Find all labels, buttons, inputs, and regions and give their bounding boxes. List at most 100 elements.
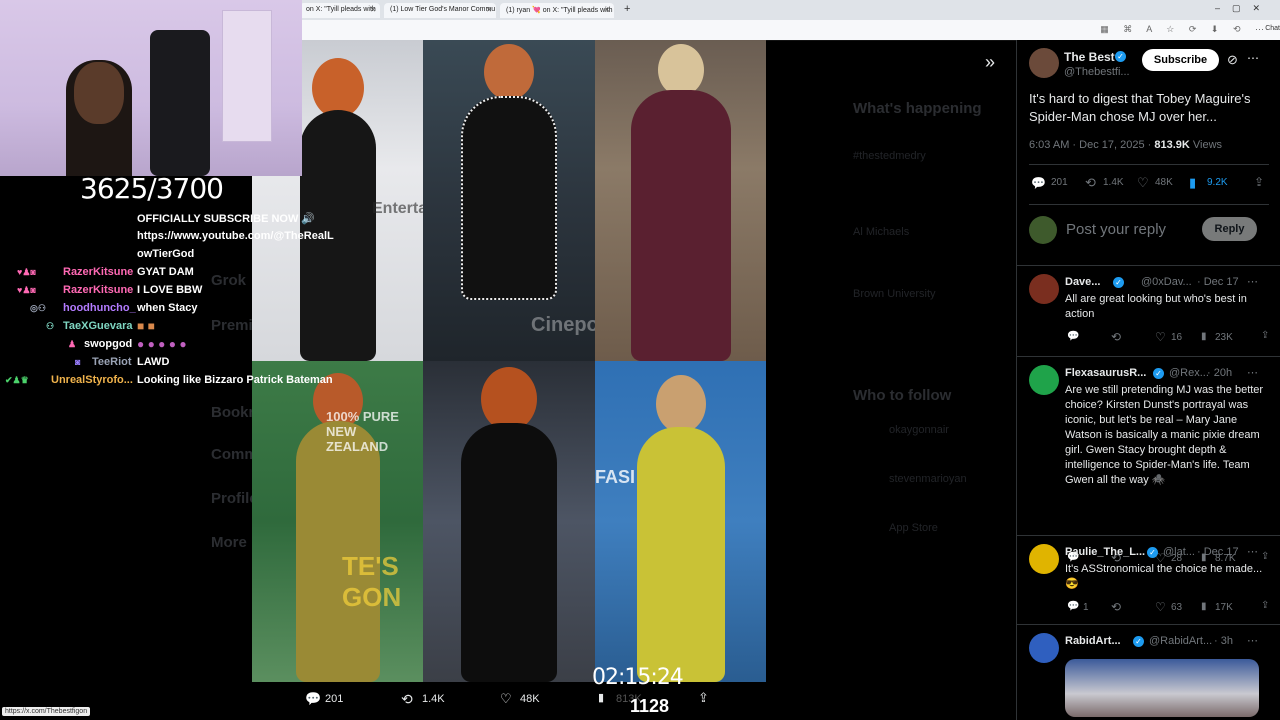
browser-tab-label: (1) Low Tier God's Manor Commu	[390, 6, 496, 13]
chat-message-text: https://www.youtube.com/@TheRealL	[137, 230, 334, 242]
more-options-icon[interactable]: ⋯	[1247, 275, 1258, 288]
heart-icon[interactable]: ♡	[1155, 330, 1166, 344]
more-options-icon[interactable]: ⋯	[1247, 51, 1259, 65]
reply-author-name[interactable]: Paulie_The_L...	[1065, 546, 1145, 558]
chat-username[interactable]: swopgod	[84, 338, 132, 350]
window-controls[interactable]: –▢✕	[1215, 3, 1272, 14]
avatar	[1029, 216, 1057, 244]
reply-handle[interactable]: @0xDav...	[1141, 276, 1192, 288]
post-detail-panel: The Best ✓ @Thebestfi... Subscribe ⊘ ⋯ I…	[1016, 40, 1280, 720]
nav-profile[interactable]: Profile	[211, 490, 258, 507]
avatar[interactable]	[1029, 365, 1059, 395]
stream-chat: OFFICIALLY SUBSCRIBE NOW 🔊 https://www.y…	[0, 210, 340, 390]
chat-username[interactable]: TaeXGuevara	[63, 320, 133, 332]
reply-media[interactable]	[1065, 659, 1259, 717]
reply-author-name[interactable]: Dave...	[1065, 276, 1100, 288]
repost-icon[interactable]: ⟲	[1085, 175, 1096, 191]
post-meta: 6:03 AM · Dec 17, 2025 · 813.9K Views	[1029, 139, 1222, 151]
reply-handle[interactable]: @lat...	[1163, 546, 1195, 558]
reply-icon[interactable]: 💬	[1067, 601, 1079, 612]
browser-tab[interactable]: (1) Low Tier God's Manor Commu ✕	[384, 3, 496, 18]
reply-time[interactable]: · Dec 17	[1197, 276, 1239, 288]
views-icon[interactable]: ▮	[1201, 331, 1207, 342]
reply-handle[interactable]: @RabidArt...	[1149, 635, 1212, 647]
chat-username[interactable]: RazerKitsune	[63, 266, 133, 278]
chat-username[interactable]: TeeRiot	[92, 356, 132, 368]
gallery-photo[interactable]: 100% PURE NEW ZEALAND TE'S GON	[252, 361, 423, 682]
post-timestamp[interactable]: 6:03 AM · Dec 17, 2025 ·	[1029, 139, 1154, 151]
chat-message-text: LAWD	[137, 356, 170, 368]
reply-time[interactable]: · 20h	[1207, 367, 1232, 379]
post-like-count: 48K	[1155, 177, 1173, 188]
reply-item[interactable]: Paulie_The_L... ✓ @lat... · Dec 17 ⋯ It'…	[1017, 536, 1280, 622]
reply-time[interactable]: · 3h	[1214, 635, 1233, 647]
more-options-icon[interactable]: ⋯	[1247, 366, 1258, 379]
close-icon[interactable]: ✕	[486, 6, 492, 14]
share-icon[interactable]: ⇪	[1261, 330, 1269, 341]
heart-icon[interactable]: ♡	[1155, 600, 1166, 614]
reply-time[interactable]: · Dec 17	[1197, 546, 1239, 558]
chat-message-text: GYAT DAM	[137, 266, 194, 278]
gallery-photo[interactable]: FASI	[595, 361, 766, 682]
new-tab-button[interactable]: +	[624, 3, 630, 15]
follow-suggestion[interactable]: okaygonnair	[889, 424, 949, 436]
trend-item[interactable]: #thestedmedry	[853, 150, 926, 162]
trend-item[interactable]: Al Michaels	[853, 226, 909, 238]
chat-username[interactable]: hoodhuncho_	[63, 302, 136, 314]
follow-suggestion[interactable]: stevenmarioyan	[889, 473, 967, 485]
verified-badge-icon: ✓	[1113, 277, 1124, 288]
gallery-photo[interactable]: Cinepolo	[423, 40, 595, 361]
reply-item[interactable]: FlexasaurusR... ✓ @Rex... · 20h ⋯ Are we…	[1017, 357, 1280, 565]
author-name[interactable]: The Best	[1064, 50, 1115, 64]
browser-tab[interactable]: on X: "Tyill pleads with ✕	[300, 3, 380, 18]
post-reply-count: 201	[1051, 177, 1068, 188]
author-handle[interactable]: @Thebestfi...	[1064, 66, 1130, 78]
reply-author-name[interactable]: FlexasaurusR...	[1065, 367, 1146, 379]
bookmark-icon[interactable]: ▮	[1189, 175, 1196, 191]
watermark-text: Cinepolo	[531, 314, 595, 336]
gallery-photo[interactable]	[595, 40, 766, 361]
chat-username[interactable]: UnrealStyrofo...	[51, 374, 133, 386]
trend-item[interactable]: Brown University	[853, 288, 936, 300]
chat-message-text: I LOVE BBW	[137, 284, 203, 296]
browser-tab[interactable]: (1) ryan 💘 on X: "Tyill pleads with ✕	[500, 3, 614, 18]
streamer-webcam	[0, 0, 302, 176]
share-icon[interactable]: ⇪	[1254, 175, 1264, 189]
reply-input[interactable]: Post your reply	[1066, 221, 1166, 238]
gallery-photo[interactable]	[423, 361, 595, 682]
avatar[interactable]	[1029, 544, 1059, 574]
whats-happening-heading: What's happening	[853, 100, 982, 117]
more-options-icon[interactable]: ⋯	[1247, 634, 1258, 647]
reply-button[interactable]: Reply	[1202, 217, 1257, 241]
close-icon[interactable]: ✕	[370, 6, 376, 14]
subscribe-button[interactable]: Subscribe	[1142, 49, 1219, 71]
reply-icon[interactable]: 💬	[1067, 331, 1079, 342]
views-icon[interactable]: ▮	[1201, 601, 1207, 612]
reply-icon[interactable]: 💬	[1031, 176, 1046, 190]
reply-icon[interactable]: 💬	[305, 691, 321, 707]
chat-username[interactable]: RazerKitsune	[63, 284, 133, 296]
more-options-icon[interactable]: ⋯	[1247, 545, 1258, 558]
repost-icon[interactable]: ⟲	[1111, 330, 1121, 344]
avatar[interactable]	[1029, 48, 1059, 78]
share-icon[interactable]: ⇪	[1261, 600, 1269, 611]
avatar[interactable]	[1029, 633, 1059, 663]
heart-icon[interactable]: ♡	[500, 691, 512, 707]
heart-icon[interactable]: ♡	[1137, 175, 1149, 191]
repost-icon[interactable]: ⟲	[401, 691, 413, 708]
close-icon[interactable]: ✕	[604, 6, 610, 14]
avatar[interactable]	[1029, 274, 1059, 304]
post-view-count: 813.9K	[1154, 139, 1190, 151]
share-icon[interactable]: ⇪	[698, 690, 709, 706]
reply-handle[interactable]: @Rex...	[1169, 367, 1209, 379]
reply-item[interactable]: Dave... ✓ @0xDav... · Dec 17 ⋯ All are g…	[1017, 266, 1280, 356]
chevron-double-right-icon[interactable]: »	[985, 52, 995, 73]
reply-author-name[interactable]: RabidArt...	[1065, 635, 1121, 647]
follow-suggestion[interactable]: App Store	[889, 522, 938, 534]
grok-icon[interactable]: ⊘	[1227, 52, 1238, 68]
copilot-chat-label[interactable]: Chat	[1265, 25, 1280, 32]
nav-more[interactable]: More	[211, 534, 247, 551]
repost-icon[interactable]: ⟲	[1111, 600, 1121, 614]
toolbar-icons[interactable]: ▦ ⌘ A ☆ ⟳ ⬇ ⟲ ⋯	[1100, 24, 1270, 35]
reply-item[interactable]: RabidArt... ✓ @RabidArt... · 3h ⋯	[1017, 625, 1280, 720]
